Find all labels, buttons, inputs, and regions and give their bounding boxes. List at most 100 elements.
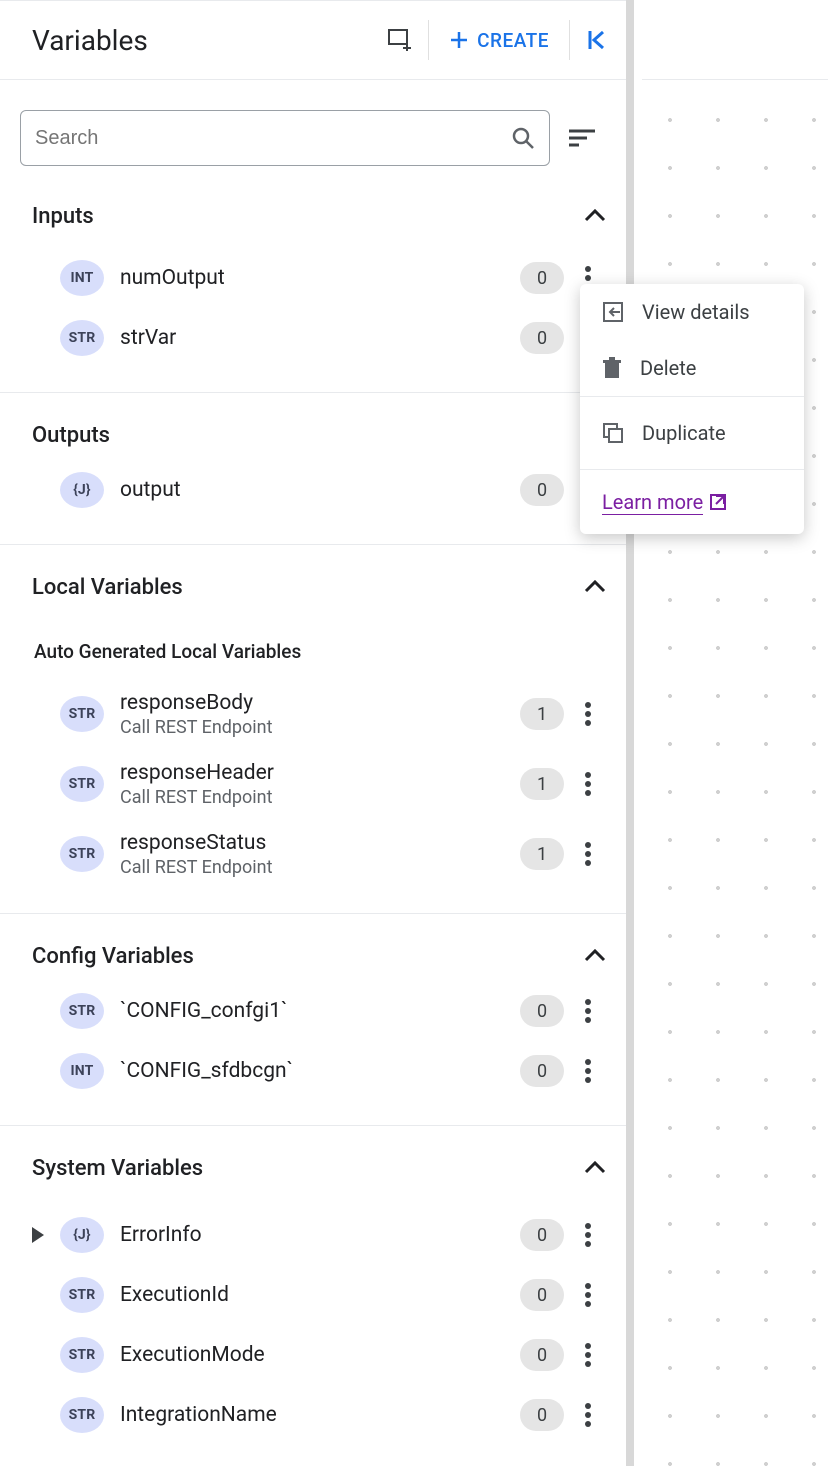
collapse-icon: [587, 29, 609, 51]
variable-row[interactable]: STR IntegrationName 0: [0, 1385, 626, 1445]
variable-name: `CONFIG_sfdbcgn`: [120, 1059, 520, 1083]
menu-item-delete[interactable]: Delete: [580, 340, 804, 396]
usage-count: 0: [520, 995, 564, 1027]
link-label: Learn more: [602, 490, 703, 515]
section-title: System Variables: [32, 1156, 203, 1181]
usage-count: 1: [520, 698, 564, 730]
create-label: CREATE: [477, 29, 549, 52]
expand-row-button[interactable]: [32, 1227, 60, 1243]
section-local: Local Variables Auto Generated Local Var…: [0, 545, 626, 914]
variable-source: Call REST Endpoint: [120, 717, 520, 738]
header-actions: CREATE: [372, 1, 626, 79]
variable-row[interactable]: INT numOutput 0: [0, 248, 626, 308]
variables-panel: Variables CREATE: [0, 0, 634, 1466]
search-input[interactable]: [35, 127, 511, 150]
variable-row[interactable]: STR ExecutionMode 0: [0, 1325, 626, 1385]
variable-row[interactable]: STR strVar 0: [0, 308, 626, 368]
section-config: Config Variables STR `CONFIG_confgi1` 0 …: [0, 914, 626, 1126]
menu-label: View details: [642, 300, 750, 324]
triangle-right-icon: [32, 1227, 44, 1243]
layout-icon-button[interactable]: [372, 16, 428, 64]
more-menu-button[interactable]: [570, 987, 606, 1035]
chevron-up-icon[interactable]: [584, 947, 606, 966]
context-menu: View details Delete Duplicate Learn more: [580, 284, 804, 534]
search-row: [0, 80, 626, 184]
type-badge-str: STR: [60, 1397, 104, 1433]
menu-item-learn-more[interactable]: Learn more: [580, 470, 804, 534]
more-menu-button[interactable]: [570, 1391, 606, 1439]
usage-count: 1: [520, 838, 564, 870]
type-badge-int: INT: [60, 1053, 104, 1089]
layout-icon: [388, 29, 412, 51]
type-badge-str: STR: [60, 766, 104, 802]
menu-item-view-details[interactable]: View details: [580, 284, 804, 340]
duplicate-icon: [602, 422, 624, 444]
variable-source: Call REST Endpoint: [120, 857, 520, 878]
variable-row[interactable]: STR ExecutionId 0: [0, 1265, 626, 1325]
sort-icon: [569, 128, 595, 148]
search-box[interactable]: [20, 110, 550, 166]
type-badge-str: STR: [60, 696, 104, 732]
more-menu-button[interactable]: [570, 1271, 606, 1319]
section-inputs: Inputs INT numOutput 0 STR strVar 0: [0, 184, 626, 393]
section-title: Inputs: [32, 204, 94, 229]
section-system: System Variables {J} ErrorInfo 0 STR Exe…: [0, 1126, 626, 1445]
variable-row[interactable]: INT `CONFIG_sfdbcgn` 0: [0, 1041, 626, 1101]
section-header-inputs[interactable]: Inputs: [0, 184, 626, 248]
usage-count: 1: [520, 768, 564, 800]
sort-button[interactable]: [558, 128, 606, 148]
type-badge-json: {J}: [60, 472, 104, 508]
section-header-config[interactable]: Config Variables: [0, 914, 626, 981]
section-header-outputs[interactable]: Outputs: [0, 393, 626, 460]
chevron-up-icon[interactable]: [584, 207, 606, 226]
variable-source: Call REST Endpoint: [120, 787, 520, 808]
more-menu-button[interactable]: [570, 1331, 606, 1379]
section-header-local[interactable]: Local Variables: [0, 545, 626, 612]
variable-name: ErrorInfo: [120, 1223, 520, 1247]
chevron-up-icon[interactable]: [584, 1159, 606, 1178]
more-menu-button[interactable]: [570, 830, 606, 878]
section-header-system[interactable]: System Variables: [0, 1126, 626, 1193]
variable-row[interactable]: STR `CONFIG_confgi1` 0: [0, 981, 626, 1041]
create-button[interactable]: CREATE: [429, 16, 569, 64]
usage-count: 0: [520, 322, 564, 354]
collapse-panel-button[interactable]: [570, 16, 626, 64]
menu-label: Delete: [640, 356, 696, 380]
more-menu-button[interactable]: [570, 1211, 606, 1259]
variable-row[interactable]: {J} output 0: [0, 460, 626, 520]
variable-row[interactable]: {J} ErrorInfo 0: [0, 1205, 626, 1265]
type-badge-str: STR: [60, 320, 104, 356]
section-title: Config Variables: [32, 944, 194, 969]
trash-icon: [602, 357, 622, 379]
variable-name: responseBody: [120, 691, 520, 715]
more-menu-button[interactable]: [570, 1047, 606, 1095]
usage-count: 0: [520, 1279, 564, 1311]
variable-name: ExecutionId: [120, 1283, 520, 1307]
canvas-top-border: [642, 79, 828, 80]
type-badge-str: STR: [60, 836, 104, 872]
variable-name: responseStatus: [120, 831, 520, 855]
variable-row[interactable]: STR responseHeader Call REST Endpoint 1: [0, 749, 626, 819]
search-icon: [511, 126, 535, 150]
external-link-icon: [709, 493, 727, 511]
menu-item-duplicate[interactable]: Duplicate: [580, 397, 804, 469]
panel-header: Variables CREATE: [0, 0, 626, 80]
more-menu-button[interactable]: [570, 690, 606, 738]
variable-row[interactable]: STR responseStatus Call REST Endpoint 1: [0, 819, 626, 889]
variable-name: responseHeader: [120, 761, 520, 785]
variable-row[interactable]: STR responseBody Call REST Endpoint 1: [0, 679, 626, 749]
usage-count: 0: [520, 1399, 564, 1431]
type-badge-str: STR: [60, 1277, 104, 1313]
variable-name: numOutput: [120, 266, 520, 290]
chevron-up-icon[interactable]: [584, 578, 606, 597]
variable-name: IntegrationName: [120, 1403, 520, 1427]
more-menu-button[interactable]: [570, 760, 606, 808]
usage-count: 0: [520, 474, 564, 506]
type-badge-str: STR: [60, 993, 104, 1029]
usage-count: 0: [520, 1055, 564, 1087]
menu-label: Duplicate: [642, 421, 726, 445]
view-details-icon: [602, 301, 624, 323]
panel-title: Variables: [32, 24, 148, 57]
panel-body: Inputs INT numOutput 0 STR strVar 0: [0, 80, 626, 1466]
type-badge-json: {J}: [60, 1217, 104, 1253]
